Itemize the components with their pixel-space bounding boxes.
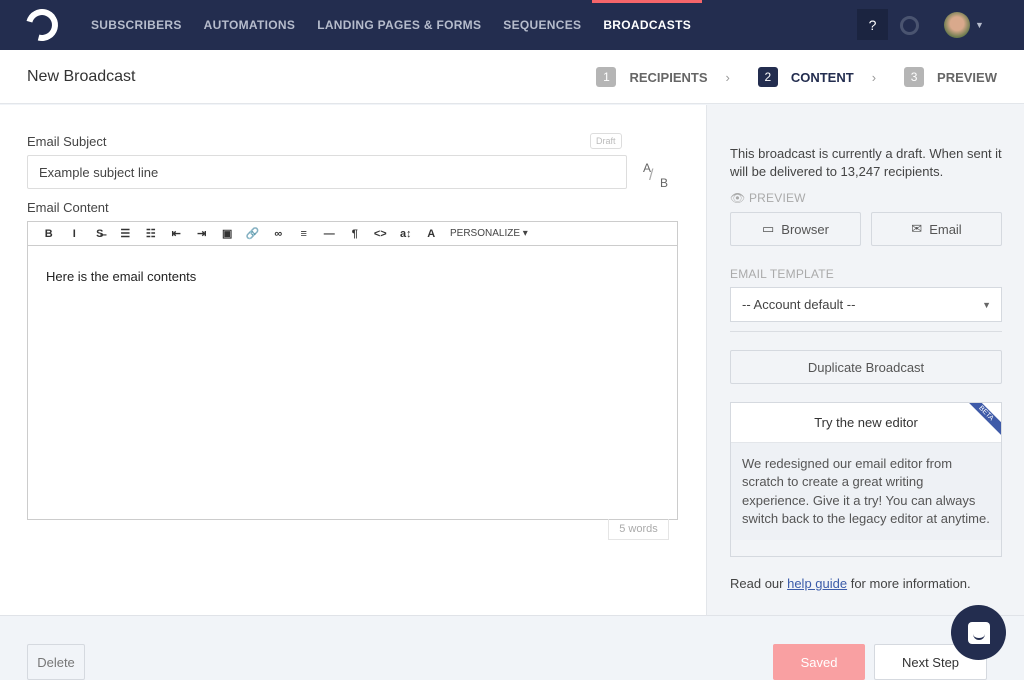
paragraph-icon[interactable]: ¶ [342,228,368,240]
step-content[interactable]: 2 CONTENT [757,67,854,87]
saved-button[interactable]: Saved [773,644,865,680]
top-nav: SUBSCRIBERS AUTOMATIONS LANDING PAGES & FO… [0,0,1024,50]
strikethrough-icon[interactable]: S̶ [87,228,113,240]
draft-badge: Draft [590,133,622,149]
nav-item-sequences[interactable]: SEQUENCES [492,0,592,50]
step-number: 2 [757,67,778,87]
content-label: Email Content [27,200,109,215]
logo-icon[interactable] [20,3,64,47]
code-icon[interactable]: <> [368,228,394,240]
help-text: Read our help guide for more information… [730,576,971,591]
horizontal-rule-icon[interactable]: — [317,228,343,240]
new-editor-card[interactable]: Try the new editor BETA We redesigned ou… [730,402,1002,557]
sidebar: This broadcast is currently a draft. Whe… [706,105,1024,616]
personalize-dropdown[interactable]: PERSONALIZE ▾ [450,228,528,239]
bold-icon[interactable]: B [36,228,62,240]
indent-icon[interactable]: ⇥ [189,227,215,240]
subject-input[interactable]: Example subject line [27,155,627,189]
step-indicator: 1 RECIPIENTS › 2 CONTENT › 3 PREVIEW [596,67,997,87]
chat-launcher-button[interactable] [951,605,1006,660]
preview-browser-button[interactable]: ▭ Browser [730,212,861,246]
numbered-list-icon[interactable]: ☷ [138,227,164,240]
ab-test-button[interactable]: A / B [640,161,672,191]
chevron-right-icon: › [725,69,730,85]
word-count: 5 words [608,519,669,540]
step-preview[interactable]: 3 PREVIEW [904,67,997,87]
subject-label: Email Subject [27,134,107,149]
duplicate-broadcast-button[interactable]: Duplicate Broadcast [730,350,1002,384]
attachment-icon[interactable]: 🔗 [240,227,266,240]
email-template-select[interactable]: -- Account default -- ▼ [730,287,1002,322]
new-editor-title[interactable]: Try the new editor [731,403,1001,443]
template-value: -- Account default -- [742,297,856,312]
page-header: New Broadcast 1 RECIPIENTS › 2 CONTENT › 3 PREV… [0,50,1024,104]
bullet-list-icon[interactable]: ☰ [113,227,139,240]
preview-label: 👁 PREVIEW [730,191,806,205]
template-label: EMAIL TEMPLATE [730,267,834,281]
slash-icon: / [649,167,654,184]
align-icon[interactable]: ≡ [291,228,317,240]
chat-icon [967,621,990,644]
eye-icon: 👁 [730,191,749,205]
nav-item-broadcasts[interactable]: BROADCASTS [592,0,702,50]
divider [730,331,1002,332]
new-editor-description: We redesigned our email editor from scra… [731,443,1001,541]
editor-toolbar: B I S̶ ☰ ☷ ⇤ ⇥ ▣ 🔗 ∞ ≡ — ¶ <> a↕ A PERSONALIZE ▾ [27,221,678,246]
font-size-icon[interactable]: a↕ [393,228,419,240]
preview-email-button[interactable]: ✉ Email [871,212,1002,246]
chevron-right-icon: › [871,69,877,85]
envelope-icon: ✉ [911,221,923,236]
step-number: 3 [904,67,925,87]
avatar[interactable] [944,12,970,38]
editor-panel: Email Subject Draft Example subject line… [0,105,706,616]
nav-item-landing-pages-forms[interactable]: LANDING PAGES & FORMS [306,0,492,50]
chevron-down-icon: ▼ [982,299,991,310]
nav-item-automations[interactable]: AUTOMATIONS [193,0,307,50]
text-color-icon[interactable]: A [419,228,445,240]
outdent-icon[interactable]: ⇤ [164,227,190,240]
email-label: Email [929,221,962,237]
page-title: New Broadcast [27,68,136,85]
delete-button[interactable]: Delete [27,644,85,680]
help-button[interactable]: ? [857,9,888,40]
step-recipients[interactable]: 1 RECIPIENTS [596,67,708,87]
help-text-post: for more information. [847,576,971,591]
help-text-pre: Read our [730,576,788,591]
loading-ring-icon [900,16,919,35]
browser-label: Browser [781,221,829,237]
italic-icon[interactable]: I [62,228,88,240]
step-label: CONTENT [790,69,854,85]
draft-status: This broadcast is currently a draft. Whe… [730,146,1002,179]
chevron-down-icon[interactable]: ▼ [975,20,984,30]
ab-b: B [660,176,669,190]
link-icon[interactable]: ∞ [266,228,292,240]
image-icon[interactable]: ▣ [215,227,241,240]
nav-item-subscribers[interactable]: SUBSCRIBERS [80,0,193,50]
browser-icon: ▭ [762,221,775,236]
step-label: RECIPIENTS [629,69,708,85]
help-guide-link[interactable]: help guide [787,576,847,591]
step-number: 1 [596,67,617,87]
email-content-editor[interactable]: Here is the email contents [27,245,678,520]
preview-label-text: PREVIEW [748,191,806,205]
step-label: PREVIEW [937,69,997,85]
